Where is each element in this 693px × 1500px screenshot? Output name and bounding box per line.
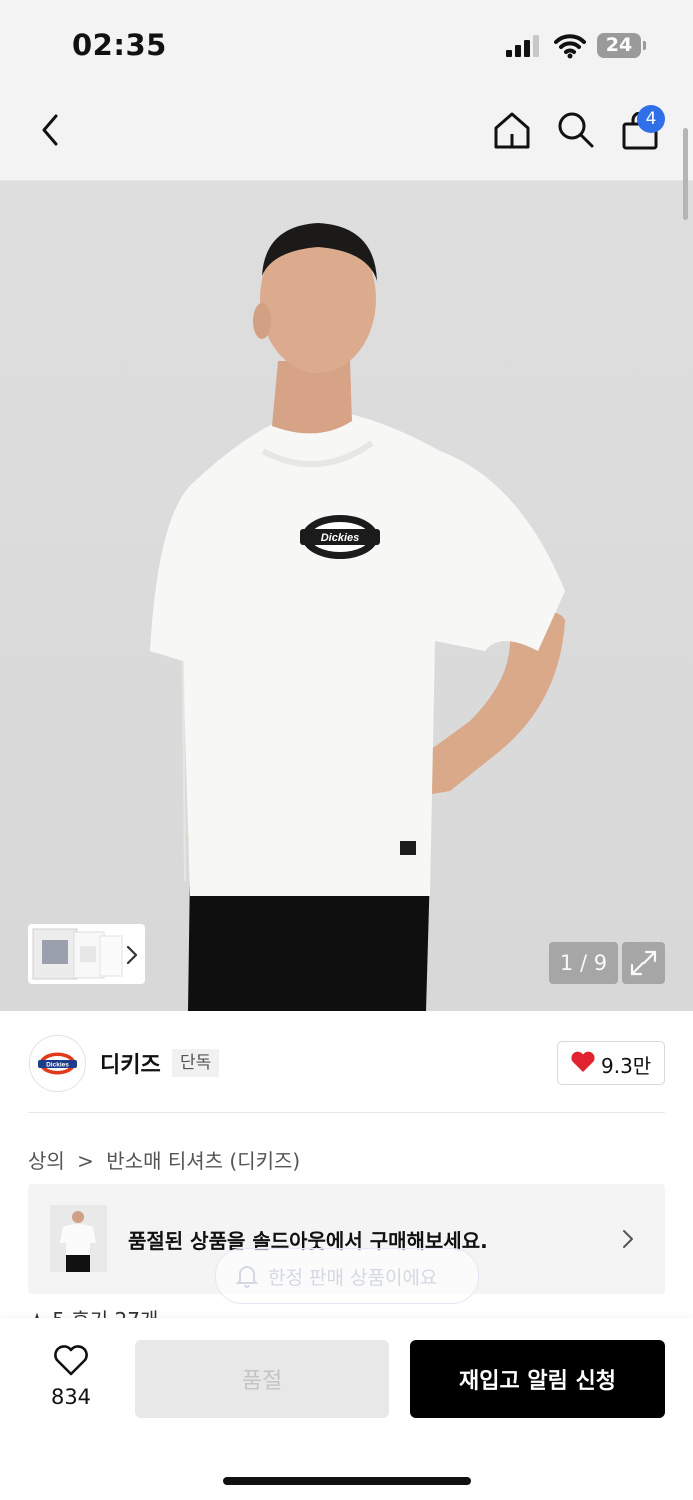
breadcrumb: 상의 > 반소매 티셔츠 (디키즈) (28, 1145, 300, 1174)
limited-sale-text: 한정 판매 상품이에요 (268, 1267, 438, 1289)
chevron-right-icon[interactable] (124, 944, 140, 966)
wishlist-heart-icon[interactable] (53, 1345, 89, 1377)
expand-button[interactable] (622, 942, 665, 984)
brand-like-count: 9.3만 (601, 1054, 652, 1078)
dickies-logo-icon: Dickies (38, 1052, 77, 1075)
home-indicator[interactable] (223, 1477, 471, 1485)
shirt-logo-text: Dickies (321, 532, 360, 544)
divider (28, 1112, 665, 1113)
back-icon[interactable] (36, 112, 66, 148)
image-counter: 1 / 9 (549, 942, 618, 984)
bell-icon (236, 1266, 258, 1288)
breadcrumb-category[interactable]: 상의 (28, 1149, 65, 1173)
banner-thumbnail-image (50, 1205, 107, 1272)
banner-chevron-right-icon (623, 1230, 633, 1248)
page-scrollbar[interactable] (683, 128, 688, 220)
brand-name[interactable]: 디키즈 (100, 1047, 161, 1079)
breadcrumb-separator-icon: > (77, 1149, 94, 1173)
wishlist-count: 834 (50, 1385, 92, 1409)
heart-filled-icon (571, 1051, 595, 1072)
wifi-icon (554, 34, 586, 59)
soldout-button[interactable]: 품절 (135, 1340, 389, 1418)
model-photo: Dickies (0, 181, 693, 1011)
product-image[interactable]: Dickies (0, 181, 693, 1011)
battery-icon: 24 (597, 33, 641, 58)
brand-logo[interactable]: Dickies (29, 1035, 86, 1092)
brand-logo-text: Dickies (46, 1062, 69, 1069)
limited-sale-toast: 한정 판매 상품이에요 (215, 1248, 479, 1304)
expand-icon (630, 950, 657, 976)
cellular-signal-icon (506, 35, 539, 57)
banner-product-thumbnail (50, 1205, 107, 1272)
battery-tip (643, 41, 646, 50)
search-icon[interactable] (556, 110, 596, 150)
home-icon[interactable] (492, 110, 532, 150)
exclusive-tag: 단독 (172, 1049, 220, 1077)
cart-count-badge: 4 (637, 105, 665, 133)
breadcrumb-subcategory[interactable]: 반소매 티셔츠 (디키즈) (106, 1149, 300, 1173)
restock-alert-button[interactable]: 재입고 알림 신청 (410, 1340, 665, 1418)
status-time: 02:35 (72, 28, 167, 62)
review-summary[interactable]: ★ 5 후기 27개 (28, 1304, 158, 1318)
